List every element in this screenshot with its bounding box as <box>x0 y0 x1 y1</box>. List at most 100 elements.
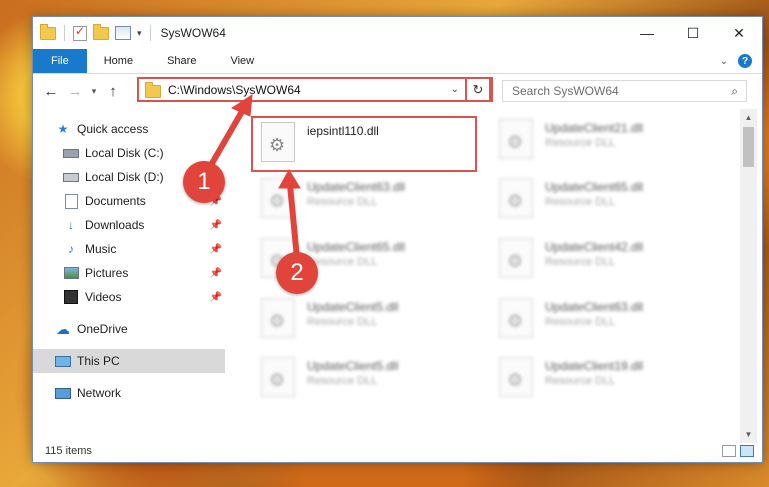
file-type: Resource DLL <box>545 316 616 328</box>
scroll-thumb[interactable] <box>743 127 754 167</box>
file-name: UpdateClient42.dll <box>545 240 644 254</box>
file-type: Resource DLL <box>545 256 616 268</box>
forward-arrow-icon[interactable]: → <box>63 83 87 100</box>
toolbar-divider <box>64 25 65 41</box>
tab-file[interactable]: File <box>33 49 87 73</box>
search-icon[interactable]: ⌕ <box>731 84 738 99</box>
sidebar-item-downloads[interactable]: ↓ Downloads 📌 <box>33 213 225 237</box>
explorer-window: ▾ SysWOW64 — ☐ ✕ File Home Share View ⌄ … <box>32 16 763 463</box>
pin-icon[interactable]: 📌 <box>210 244 222 255</box>
file-type: Resource DLL <box>307 256 378 268</box>
scroll-up-icon[interactable]: ▲ <box>740 109 757 126</box>
file-tile[interactable]: UpdateClient63.dll Resource DLL <box>489 295 715 345</box>
sidebar-item-this-pc[interactable]: This PC <box>33 349 225 373</box>
status-bar: 115 items <box>33 440 762 462</box>
dll-file-icon <box>499 119 533 159</box>
refresh-button[interactable]: ↻ <box>465 77 491 102</box>
details-view-icon[interactable] <box>722 445 736 457</box>
new-folder-icon[interactable] <box>93 23 109 40</box>
help-icon[interactable]: ? <box>738 54 752 68</box>
file-type: Resource DLL <box>307 375 378 387</box>
videos-icon <box>63 290 79 304</box>
large-icons-view-icon[interactable] <box>740 445 754 457</box>
computer-icon <box>55 354 71 368</box>
file-name: UpdateClient21.dll <box>545 121 644 135</box>
file-type: Resource DLL <box>307 316 378 328</box>
back-arrow-icon[interactable]: ← <box>39 83 63 100</box>
pin-icon[interactable]: 📌 <box>210 220 222 231</box>
search-placeholder: Search SysWOW64 <box>512 84 619 98</box>
file-tile[interactable]: UpdateClient5.dll Resource DLL <box>251 295 477 345</box>
sidebar-item-music[interactable]: ♪ Music 📌 <box>33 237 225 261</box>
file-tile[interactable]: UpdateClient21.dll Resource DLL <box>489 116 715 166</box>
minimize-button[interactable]: — <box>624 17 670 49</box>
dll-file-icon <box>499 238 533 278</box>
music-icon: ♪ <box>68 242 74 256</box>
sidebar-item-label: Documents <box>85 194 146 208</box>
file-tile[interactable]: UpdateClient42.dll Resource DLL <box>489 235 715 285</box>
sidebar-item-label: Network <box>77 386 122 400</box>
folder-icon <box>145 82 161 98</box>
search-input[interactable]: Search SysWOW64 ⌕ <box>502 80 747 102</box>
sidebar-item-label: Videos <box>85 290 122 304</box>
up-arrow-icon[interactable]: ↑ <box>101 83 125 100</box>
recent-locations-icon[interactable]: ▾ <box>87 86 101 97</box>
network-icon <box>55 386 71 400</box>
documents-icon <box>63 193 79 209</box>
toolbar-dropdown-icon[interactable]: ▾ <box>137 28 142 39</box>
download-icon: ↓ <box>68 218 74 232</box>
tab-view[interactable]: View <box>213 49 271 73</box>
file-type: Resource DLL <box>545 196 616 208</box>
dll-file-icon <box>499 298 533 338</box>
folder-icon <box>40 23 56 40</box>
file-tile[interactable]: UpdateClient65.dll Resource DLL <box>489 175 715 225</box>
sidebar-item-label: Music <box>85 242 117 256</box>
toolbar-divider <box>149 25 151 41</box>
dll-file-icon <box>499 178 533 218</box>
ribbon-tabs: File Home Share View ⌄ ? <box>33 49 762 74</box>
navigation-bar: ← → ▾ ↑ C:\Windows\SysWOW64 ⌄ ↻ Search S… <box>33 73 762 109</box>
expand-ribbon-icon[interactable]: ⌄ <box>720 56 728 67</box>
title-bar: ▾ SysWOW64 — ☐ ✕ <box>33 17 762 49</box>
sidebar-item-label: Quick access <box>77 122 149 136</box>
tab-share[interactable]: Share <box>150 49 213 73</box>
close-button[interactable]: ✕ <box>716 17 762 49</box>
properties-check-icon[interactable] <box>73 24 87 41</box>
file-type: Resource DLL <box>307 196 378 208</box>
file-tile-highlighted[interactable]: iepsintl110.dll <box>251 119 477 169</box>
file-tile[interactable]: UpdateClient5.dll Resource DLL <box>251 354 477 404</box>
maximize-button[interactable]: ☐ <box>670 17 716 49</box>
sidebar-item-videos[interactable]: Videos 📌 <box>33 285 225 309</box>
pin-icon[interactable]: 📌 <box>210 292 222 303</box>
file-name: UpdateClient19.dll <box>545 359 644 373</box>
quick-access-toolbar: ▾ <box>40 23 153 41</box>
sidebar-item-network[interactable]: Network <box>33 381 225 405</box>
sidebar-item-label: OneDrive <box>77 322 128 336</box>
sidebar-item-quick-access[interactable]: ★ Quick access <box>33 117 225 141</box>
sidebar-item-pictures[interactable]: Pictures 📌 <box>33 261 225 285</box>
sidebar-item-onedrive[interactable]: ☁ OneDrive <box>33 317 225 341</box>
sidebar-item-label: This PC <box>77 354 120 368</box>
cloud-icon: ☁ <box>56 320 70 337</box>
sidebar-item-label: Local Disk (D:) <box>85 170 164 184</box>
dll-file-icon <box>261 357 295 397</box>
file-name: UpdateClient5.dll <box>307 300 399 314</box>
tab-home[interactable]: Home <box>87 49 150 73</box>
address-path[interactable]: C:\Windows\SysWOW64 <box>168 83 301 97</box>
file-name: UpdateClient63.dll <box>307 180 406 194</box>
dll-file-icon <box>499 357 533 397</box>
file-tile[interactable]: UpdateClient19.dll Resource DLL <box>489 354 715 404</box>
file-tile[interactable]: UpdateClient63.dll Resource DLL <box>251 175 477 225</box>
dll-file-icon <box>261 122 295 162</box>
file-name: iepsintl110.dll <box>307 124 379 138</box>
customize-toolbar-icon[interactable] <box>115 26 131 40</box>
dll-file-icon <box>261 178 295 218</box>
vertical-scrollbar[interactable]: ▲ ▼ <box>740 109 757 443</box>
window-title: SysWOW64 <box>160 26 226 40</box>
address-bar[interactable]: C:\Windows\SysWOW64 ⌄ <box>137 77 493 102</box>
address-dropdown-icon[interactable]: ⌄ <box>451 84 459 95</box>
pin-icon[interactable]: 📌 <box>210 268 222 279</box>
sidebar-item-label: Downloads <box>85 218 145 232</box>
drive-icon <box>63 170 79 184</box>
file-name: UpdateClient65.dll <box>545 180 644 194</box>
